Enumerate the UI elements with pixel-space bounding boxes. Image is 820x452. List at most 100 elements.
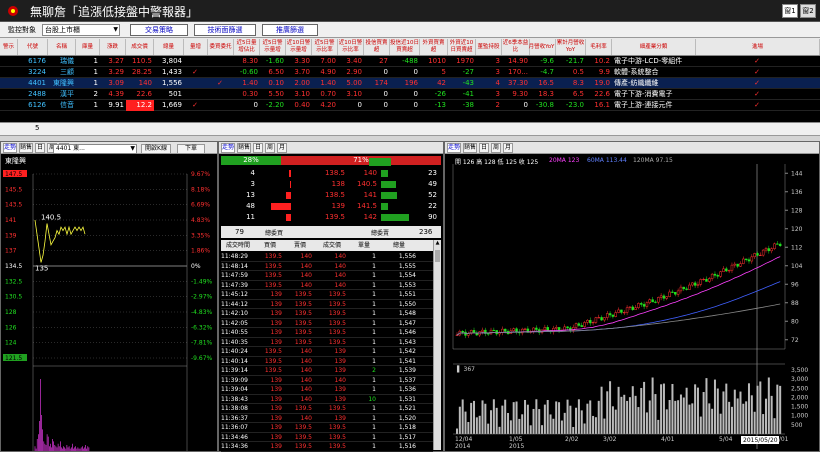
volume-bar xyxy=(609,381,612,434)
grid-cell-bid xyxy=(208,56,234,67)
grid-header-cell[interactable]: 委買委托 xyxy=(208,39,234,55)
grid-header-cell[interactable]: 細產業分類 xyxy=(612,39,696,55)
pct-tick: -2.97% xyxy=(191,294,213,301)
table-row[interactable]: 3224 三顧 1 3.29 28.25 1,433 ✓ -0.60 6.50 3.70 4.90 2… xyxy=(0,67,820,78)
tick-cell: 139 xyxy=(270,386,282,393)
tick-cell: 139 xyxy=(270,414,282,422)
grid-header-cell[interactable]: 董監持股 xyxy=(476,39,502,55)
grid-header-cell[interactable]: 成交價 xyxy=(126,39,154,55)
tab-week[interactable]: 周 xyxy=(265,143,275,153)
window-2-button[interactable]: 窗2 xyxy=(800,4,816,18)
tick-cell: 139.5 xyxy=(328,319,346,327)
tech-filter-button[interactable]: 技術面篩選 xyxy=(194,24,256,36)
table-row[interactable]: 6126 信音 1 9.91 12.2 1,669 ✓ 0 -2.20 0.40 4.20 0 0 0 -1… xyxy=(0,100,820,111)
tick-cell: 139.5 xyxy=(294,291,312,298)
bid-bar xyxy=(286,214,291,221)
grid-header-cell[interactable]: 進場 xyxy=(696,39,820,55)
grid-cell-c4: 1.40 xyxy=(320,79,336,87)
tab-month[interactable]: 月 xyxy=(277,143,287,153)
tab-trend[interactable]: 走勢 xyxy=(447,143,461,153)
tick-header-cell[interactable]: 成交價 xyxy=(315,240,349,251)
tab-trend[interactable]: 走勢 xyxy=(3,143,17,153)
tick-cell: 139.5 xyxy=(294,443,312,450)
candle-body xyxy=(628,306,632,309)
grid-cell-c3: 3.70 xyxy=(294,68,310,76)
grid-cell-c14: 9.9 xyxy=(598,68,610,76)
grid-header-cell[interactable]: 毛利率 xyxy=(586,39,612,55)
volume-bar xyxy=(779,385,782,434)
tab-month[interactable]: 月 xyxy=(503,143,513,153)
grid-header-cell[interactable]: 名稱 xyxy=(48,39,76,55)
tab-sales[interactable]: 銷售 xyxy=(19,143,33,153)
app-title: 無聊詹「追漲低接盤中警報器」 xyxy=(30,5,199,19)
strategy-button[interactable]: 交易策略 xyxy=(130,24,188,36)
volume-bar xyxy=(671,383,674,434)
tick-cell: 11:34:36 xyxy=(221,443,248,450)
volume-bar xyxy=(518,418,521,434)
ask-bar xyxy=(381,203,388,210)
tick-header-cell[interactable]: 單量 xyxy=(349,240,379,251)
table-row[interactable]: 4401 東隆興 1 3.09 140 1,556 ✓ 1.40 0.10 2.00 1.40 5.0… xyxy=(0,78,820,89)
tab-sales[interactable]: 銷售 xyxy=(463,143,477,153)
table-row[interactable]: 6176 瑞儀 1 3.27 110.5 3,804 8.30 -1.60 3.30 7.00 3.… xyxy=(0,56,820,67)
grid-header-cell[interactable]: 近5日警示量增 xyxy=(260,39,286,55)
tab-day[interactable]: 日 xyxy=(35,143,45,153)
tick-header-cell[interactable]: 賣價 xyxy=(285,240,315,251)
tab-week[interactable]: 周 xyxy=(491,143,501,153)
grid-header-cell[interactable]: 近10日警示比率 xyxy=(338,39,364,55)
tick-header-cell[interactable]: 買價 xyxy=(255,240,285,251)
y-tick-label: 88 xyxy=(791,300,799,307)
x-tick-label: 3/02 xyxy=(603,436,617,443)
candle-body xyxy=(778,243,782,247)
grid-header-cell[interactable]: 累計月營收YoY xyxy=(556,39,586,55)
volume-bar xyxy=(495,407,498,434)
table-row[interactable]: 2488 漢平 2 4.39 22.6 501 0.30 5.50 3.10 0.70 3.10 0 0… xyxy=(0,89,820,100)
stock-select[interactable]: 4401 東... ▼ xyxy=(53,144,137,154)
grid-header-cell[interactable]: 月營收YoY xyxy=(528,39,556,55)
volume-bar xyxy=(776,384,779,434)
grid-header-cell[interactable]: 總量 xyxy=(154,39,184,55)
order-button[interactable]: 下單 xyxy=(177,144,205,154)
grid-cell-c3: 3.10 xyxy=(294,90,310,98)
scroll-up-icon[interactable]: ▲ xyxy=(434,240,441,246)
grid-header-cell[interactable]: 近5日警示比率 xyxy=(312,39,338,55)
grid-header-cell[interactable]: 投信買賣超 xyxy=(364,39,390,55)
grid-header-cell[interactable]: 近5日量增佔比 xyxy=(234,39,260,55)
candle-body xyxy=(625,307,629,313)
sell-ratio-bar: 71% xyxy=(281,156,441,165)
volume-bar xyxy=(739,391,742,434)
grid-header-cell[interactable]: 近6季本益比 xyxy=(502,39,530,55)
open-kline-button[interactable]: 開啟K線 xyxy=(141,144,171,154)
grid-header-cell[interactable]: 外資近10日買賣超 xyxy=(448,39,476,55)
volume-bar xyxy=(512,402,515,434)
vol-tick-label: 500 xyxy=(791,422,803,429)
volume-bar xyxy=(467,421,470,434)
grid-header-cell[interactable]: 庫量 xyxy=(76,39,100,55)
tab-sales[interactable]: 銷售 xyxy=(237,143,251,153)
candle-body xyxy=(645,302,649,307)
tick-header-cell[interactable]: 成交時間 xyxy=(221,240,255,251)
tick-cell: 1,548 xyxy=(398,310,416,317)
tab-day[interactable]: 日 xyxy=(479,143,489,153)
tab-trend[interactable]: 走勢 xyxy=(221,143,235,153)
grid-header-cell[interactable]: 漲跌 xyxy=(100,39,126,55)
custom-filter-button[interactable]: 推廣篩選 xyxy=(262,24,318,36)
tab-day[interactable]: 日 xyxy=(253,143,263,153)
candle-body xyxy=(767,248,771,252)
grid-header-cell[interactable]: 代號 xyxy=(18,39,48,55)
grid-header-cell[interactable]: 外資買賣超 xyxy=(420,39,448,55)
grid-header-cell[interactable]: 投信近10日買賣超 xyxy=(390,39,420,55)
year-label: 2015 xyxy=(509,443,524,450)
tick-cell: 140 xyxy=(300,367,312,374)
grid-header-cell[interactable]: 警示 xyxy=(0,39,18,55)
candle-body xyxy=(642,304,646,307)
grid-header-cell[interactable]: 近10日警示量增 xyxy=(286,39,312,55)
scroll-thumb[interactable] xyxy=(435,250,440,262)
grid-cell-c6: 0 xyxy=(383,101,388,109)
grid-header-cell[interactable]: 量增 xyxy=(184,39,208,55)
window-1-button[interactable]: 窗1 xyxy=(782,4,798,18)
tick-header-cell[interactable]: 總量 xyxy=(379,240,419,251)
volume-bar xyxy=(750,395,753,434)
tick-scrollbar[interactable]: ▲ xyxy=(433,240,441,450)
market-select[interactable]: 台股上市櫃 ▼ xyxy=(42,24,120,36)
